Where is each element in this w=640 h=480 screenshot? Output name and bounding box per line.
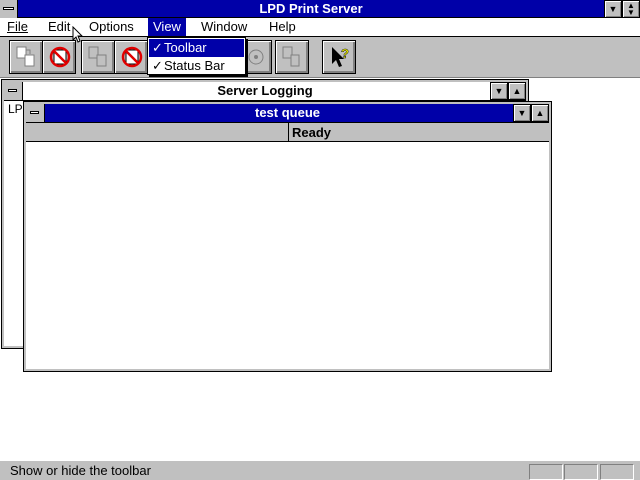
disable-queue-button[interactable] [114, 40, 148, 74]
server-logging-title: Server Logging [217, 83, 313, 98]
view-statusbar-label: Status Bar [164, 58, 225, 73]
svg-text:?: ? [341, 46, 349, 61]
menu-edit-label: Edit [48, 19, 71, 34]
menu-view-label: View [153, 19, 181, 34]
view-toolbar-label: Toolbar [164, 40, 207, 55]
context-help-button[interactable]: ? [322, 40, 356, 74]
document-icon [282, 46, 300, 67]
system-menu-icon [8, 89, 17, 92]
menu-options[interactable]: Options [84, 18, 139, 36]
queue-header-divider[interactable] [288, 123, 289, 142]
disabled-queue-icon [121, 46, 143, 68]
menu-window-label: Window [201, 19, 248, 34]
copy-queue-icon [88, 46, 107, 67]
test-queue-minimize-button[interactable]: ▼ [513, 104, 531, 122]
menu-help[interactable]: Help [264, 18, 301, 36]
status-panel-3 [600, 464, 634, 480]
server-logging-minimize-button[interactable]: ▼ [490, 82, 508, 100]
server-logging-maximize-button[interactable]: ▲ [508, 82, 526, 100]
menu-options-label: Options [89, 19, 134, 34]
menu-edit[interactable]: Edit [43, 18, 75, 36]
minimize-icon: ▼ [494, 86, 504, 96]
remove-printer-icon [49, 46, 71, 68]
status-text: Show or hide the toolbar [10, 463, 151, 478]
test-queue-system-menu[interactable] [26, 104, 45, 122]
menu-bar: File Edit Options View Window Help [0, 18, 640, 37]
system-menu-button[interactable] [0, 0, 18, 18]
remove-printer-button[interactable] [42, 40, 76, 74]
toolbar: ? [0, 37, 640, 78]
minimize-icon: ▼ [517, 108, 527, 118]
view-statusbar-item[interactable]: ✓ Status Bar [149, 57, 244, 75]
mouse-cursor-icon [72, 26, 84, 43]
menu-help-label: Help [269, 19, 296, 34]
status-panel-1 [529, 464, 563, 480]
menu-window[interactable]: Window [196, 18, 252, 36]
maximize-icon: ▲ [535, 108, 545, 118]
system-menu-icon [30, 111, 39, 114]
view-toolbar-item[interactable]: ✓ Toolbar [149, 39, 244, 57]
context-help-icon: ? [332, 46, 349, 67]
status-panel-2 [564, 464, 598, 480]
check-icon: ✓ [152, 58, 163, 73]
queue-status: Ready [292, 125, 332, 140]
minimize-button[interactable]: ▼ [604, 0, 622, 18]
menu-file[interactable]: File [2, 18, 33, 36]
document-button[interactable] [275, 40, 309, 74]
copy-queue-button[interactable] [81, 40, 115, 74]
test-queue-title-bar[interactable]: test queue [26, 104, 549, 123]
menu-view[interactable]: View [148, 18, 186, 36]
test-queue-title: test queue [254, 105, 320, 120]
disk-icon [248, 49, 264, 65]
view-menu-dropdown: ✓ Toolbar ✓ Status Bar [147, 37, 246, 75]
server-logging-system-menu[interactable] [4, 82, 23, 100]
menu-file-label: File [7, 19, 28, 34]
minimize-icon: ▼ [608, 4, 618, 14]
maximize-icon: ▲ [512, 86, 522, 96]
test-queue-maximize-button[interactable]: ▲ [531, 104, 549, 122]
server-logging-title-bar[interactable]: Server Logging [4, 82, 526, 101]
check-icon: ✓ [152, 40, 163, 55]
maximize-icon: ▲ ▼ [627, 1, 635, 17]
status-bar: Show or hide the toolbar [0, 460, 640, 480]
test-queue-window[interactable]: test queue ▼ ▲ Ready [23, 101, 552, 372]
server-logging-text: LP [8, 102, 23, 116]
maximize-button[interactable]: ▲ ▼ [622, 0, 640, 18]
add-printer-button[interactable] [9, 40, 43, 74]
app-title: LPD Print Server [259, 1, 363, 16]
add-printer-icon [16, 46, 35, 67]
system-menu-icon [3, 7, 14, 10]
